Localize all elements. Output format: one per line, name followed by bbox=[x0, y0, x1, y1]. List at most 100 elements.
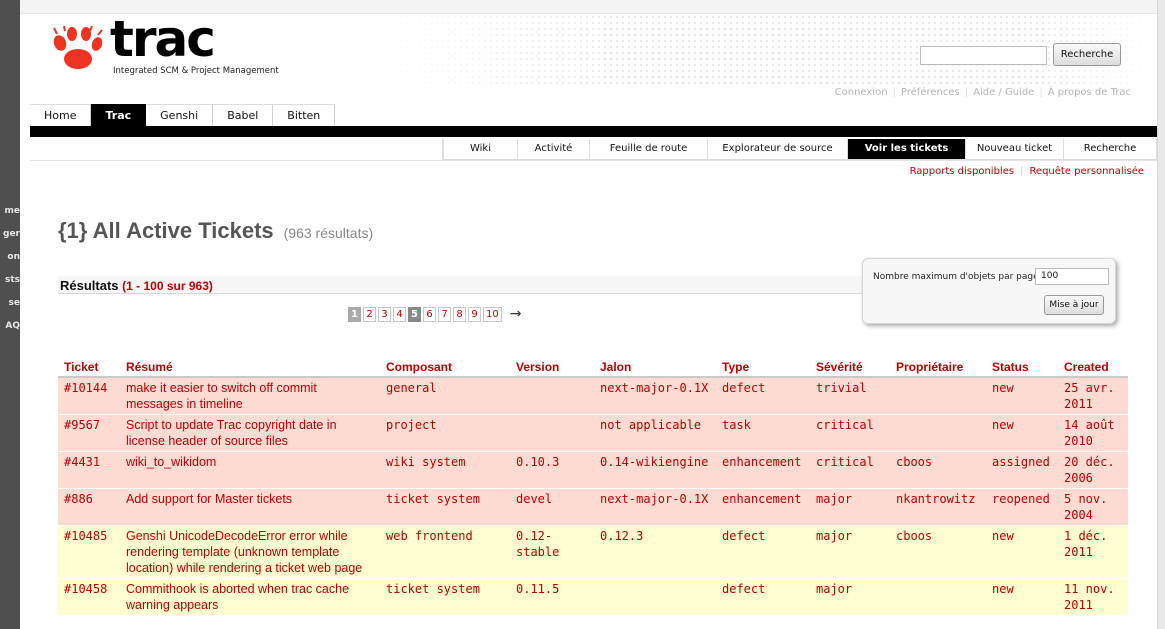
ticket-component[interactable]: project bbox=[380, 414, 510, 452]
column-header-milestone[interactable]: Jalon bbox=[594, 357, 716, 378]
ticket-status[interactable]: new bbox=[986, 578, 1058, 616]
ticket-version[interactable] bbox=[510, 414, 594, 452]
ticket-component[interactable]: web frontend bbox=[380, 525, 510, 579]
ticket-summary-link[interactable]: make it easier to switch off commit mess… bbox=[120, 377, 380, 415]
ticket-id-link[interactable]: #10458 bbox=[58, 578, 120, 616]
tab-home[interactable]: Home bbox=[30, 104, 92, 126]
ticket-version[interactable]: 0.10.3 bbox=[510, 451, 594, 489]
help-link[interactable]: Aide / Guide bbox=[973, 87, 1034, 98]
tab-bitten[interactable]: Bitten bbox=[273, 104, 336, 126]
nav-roadmap[interactable]: Feuille de route bbox=[589, 139, 707, 159]
ticket-status[interactable]: reopened bbox=[986, 488, 1058, 526]
available-reports-link[interactable]: Rapports disponibles bbox=[910, 166, 1015, 177]
page-link[interactable]: 7 bbox=[438, 306, 451, 322]
ticket-type[interactable]: defect bbox=[716, 578, 810, 616]
ticket-summary-link[interactable]: Script to update Trac copyright date in … bbox=[120, 414, 380, 452]
tab-trac[interactable]: Trac bbox=[91, 104, 147, 126]
ticket-milestone[interactable]: not applicable bbox=[594, 414, 716, 452]
ticket-version[interactable]: 0.12-stable bbox=[510, 525, 594, 579]
search-input[interactable] bbox=[920, 46, 1047, 65]
ticket-type[interactable]: task bbox=[716, 414, 810, 452]
ticket-id-link[interactable]: #9567 bbox=[58, 414, 120, 452]
ticket-status[interactable]: new bbox=[986, 525, 1058, 579]
ticket-component[interactable]: ticket system bbox=[380, 578, 510, 616]
page-link[interactable]: 5 bbox=[408, 306, 421, 322]
ticket-severity[interactable]: major bbox=[810, 578, 890, 616]
update-button[interactable]: Mise à jour bbox=[1044, 295, 1104, 315]
trac-logo[interactable]: trac Integrated SCM & Project Management bbox=[48, 10, 279, 82]
ticket-status[interactable]: assigned bbox=[986, 451, 1058, 489]
ticket-summary-link[interactable]: Genshi UnicodeDecodeError error while re… bbox=[120, 525, 380, 579]
left-strip-item[interactable]: se bbox=[0, 298, 20, 308]
ticket-milestone[interactable] bbox=[594, 578, 716, 616]
left-strip-item[interactable]: me bbox=[0, 206, 20, 216]
ticket-id-link[interactable]: #4431 bbox=[58, 451, 120, 489]
ticket-type[interactable]: enhancement bbox=[716, 451, 810, 489]
left-strip-item[interactable]: sts bbox=[0, 275, 20, 285]
nav-view-tickets[interactable]: Voir les tickets bbox=[847, 139, 965, 159]
tab-babel[interactable]: Babel bbox=[213, 104, 274, 126]
left-strip-item[interactable]: on bbox=[0, 252, 20, 262]
nav-new-ticket[interactable]: Nouveau ticket bbox=[965, 139, 1063, 159]
ticket-owner[interactable]: nkantrowitz bbox=[890, 488, 986, 526]
left-strip-item[interactable]: AQ bbox=[0, 321, 20, 331]
column-header-severity[interactable]: Sévérité bbox=[810, 357, 890, 378]
ticket-version[interactable]: 0.11.5 bbox=[510, 578, 594, 616]
ticket-owner[interactable] bbox=[890, 414, 986, 452]
page-link[interactable]: 9 bbox=[468, 306, 481, 322]
page-link[interactable]: 8 bbox=[453, 306, 466, 322]
page-link[interactable]: 10 bbox=[483, 306, 502, 322]
nav-browse-source[interactable]: Explorateur de source bbox=[707, 139, 847, 159]
ticket-component[interactable]: ticket system bbox=[380, 488, 510, 526]
ticket-milestone[interactable]: 0.12.3 bbox=[594, 525, 716, 579]
next-page-arrow-icon[interactable]: → bbox=[510, 306, 522, 322]
left-strip-item[interactable]: ger bbox=[0, 229, 20, 239]
about-link[interactable]: À propos de Trac bbox=[1048, 87, 1131, 98]
ticket-status[interactable]: new bbox=[986, 377, 1058, 415]
ticket-summary-link[interactable]: Add support for Master tickets bbox=[120, 488, 380, 526]
ticket-version[interactable] bbox=[510, 377, 594, 415]
ticket-severity[interactable]: trivial bbox=[810, 377, 890, 415]
column-header-owner[interactable]: Propriétaire bbox=[890, 357, 986, 378]
ticket-owner[interactable]: cboos bbox=[890, 451, 986, 489]
column-header-created[interactable]: Created bbox=[1058, 357, 1128, 378]
page-link[interactable]: 4 bbox=[393, 306, 406, 322]
column-header-type[interactable]: Type bbox=[716, 357, 810, 378]
preferences-link[interactable]: Préférences bbox=[901, 87, 960, 98]
ticket-created[interactable]: 1 déc. 2011 bbox=[1058, 525, 1128, 579]
search-button[interactable]: Recherche bbox=[1053, 43, 1121, 66]
ticket-type[interactable]: defect bbox=[716, 525, 810, 579]
ticket-id-link[interactable]: #886 bbox=[58, 488, 120, 526]
ticket-id-link[interactable]: #10144 bbox=[58, 377, 120, 415]
ticket-version[interactable]: devel bbox=[510, 488, 594, 526]
column-header-component[interactable]: Composant bbox=[380, 357, 510, 378]
ticket-created[interactable]: 11 nov. 2011 bbox=[1058, 578, 1128, 616]
nav-wiki[interactable]: Wiki bbox=[443, 139, 517, 159]
column-header-status[interactable]: Status bbox=[986, 357, 1058, 378]
ticket-created[interactable]: 14 août 2010 bbox=[1058, 414, 1128, 452]
ticket-severity[interactable]: critical bbox=[810, 451, 890, 489]
max-objects-input[interactable]: 100 bbox=[1035, 268, 1109, 285]
page-link[interactable]: 6 bbox=[423, 306, 436, 322]
ticket-owner[interactable]: cboos bbox=[890, 525, 986, 579]
custom-query-link[interactable]: Requête personnalisée bbox=[1029, 166, 1144, 177]
ticket-milestone[interactable]: 0.14-wikiengine bbox=[594, 451, 716, 489]
column-header-ticket[interactable]: Ticket bbox=[58, 357, 120, 378]
login-link[interactable]: Connexion bbox=[835, 87, 888, 98]
ticket-severity[interactable]: critical bbox=[810, 414, 890, 452]
column-header-version[interactable]: Version bbox=[510, 357, 594, 378]
ticket-milestone[interactable]: next-major-0.1X bbox=[594, 377, 716, 415]
column-header-summary[interactable]: Résumé bbox=[120, 357, 380, 378]
ticket-milestone[interactable]: next-major-0.1X bbox=[594, 488, 716, 526]
ticket-summary-link[interactable]: Commithook is aborted when trac cache wa… bbox=[120, 578, 380, 616]
ticket-component[interactable]: general bbox=[380, 377, 510, 415]
ticket-created[interactable]: 20 déc. 2006 bbox=[1058, 451, 1128, 489]
ticket-status[interactable]: new bbox=[986, 414, 1058, 452]
ticket-component[interactable]: wiki system bbox=[380, 451, 510, 489]
nav-search[interactable]: Recherche bbox=[1063, 139, 1156, 159]
tab-genshi[interactable]: Genshi bbox=[146, 104, 214, 126]
page-link[interactable]: 3 bbox=[378, 306, 391, 322]
ticket-owner[interactable] bbox=[890, 578, 986, 616]
ticket-owner[interactable] bbox=[890, 377, 986, 415]
nav-activity[interactable]: Activité bbox=[517, 139, 589, 159]
